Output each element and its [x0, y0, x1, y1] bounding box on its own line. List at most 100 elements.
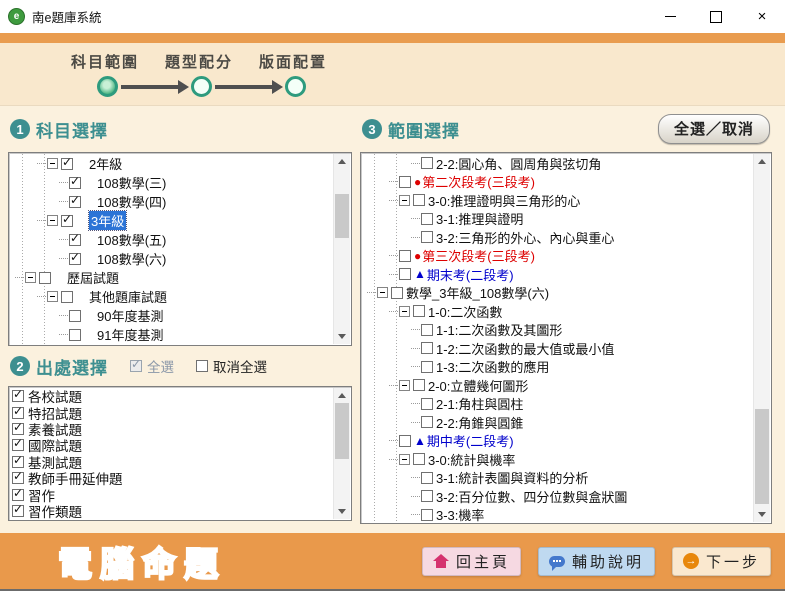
tree-item-label[interactable]: ▲期中考(二段考)	[414, 431, 514, 450]
tree-item[interactable]: ●第三次段考(三段考)	[362, 247, 754, 266]
checkbox[interactable]	[69, 177, 81, 189]
tree-item[interactable]: 3-2:百分位數、四分位數與盒狀圖	[362, 487, 754, 506]
checkbox[interactable]	[391, 287, 403, 299]
tree-item-label[interactable]: ▲期末考(二段考)	[414, 265, 514, 284]
scroll-down-icon[interactable]	[334, 329, 350, 344]
tree-item-label[interactable]: 2-1:角柱與圓柱	[436, 394, 523, 413]
tree-item[interactable]: 1-1:二次函數及其圖形	[362, 321, 754, 340]
collapse-icon[interactable]	[399, 454, 410, 465]
checkbox[interactable]	[69, 310, 81, 322]
tree-item[interactable]: 2年級	[10, 154, 334, 173]
tree-item-label[interactable]: 2-2:角錐與圓錐	[436, 413, 523, 432]
scrollbar-track[interactable]	[754, 169, 770, 507]
deselect-all-checkbox[interactable]: 取消全選	[196, 356, 267, 376]
collapse-icon[interactable]	[47, 215, 58, 226]
tree-item-label[interactable]: 108數學(四)	[97, 192, 166, 211]
tree-item-label[interactable]: 3-1:統計表圖與資料的分析	[436, 468, 588, 487]
scrollbar-thumb[interactable]	[755, 409, 769, 504]
tree-item[interactable]: 3-1:推理與證明	[362, 210, 754, 229]
minimize-button[interactable]	[647, 0, 693, 33]
list-item[interactable]: 習作類題	[10, 503, 334, 519]
checkbox[interactable]	[421, 231, 433, 243]
tree-item-label[interactable]: 2-2:圓心角、圓周角與弦切角	[436, 154, 601, 173]
checkbox[interactable]	[413, 194, 425, 206]
tree-item[interactable]: 2-1:角柱與圓柱	[362, 395, 754, 414]
tree-item[interactable]: 3年級	[10, 211, 334, 230]
tree-item[interactable]: 108數學(五)	[10, 230, 334, 249]
select-all-checkbox[interactable]: 全選	[130, 356, 174, 376]
tree-item[interactable]: ▲期末考(二段考)	[362, 265, 754, 284]
tree-item-label[interactable]: 3年級	[89, 211, 126, 230]
tree-item-label[interactable]: 2年級	[89, 154, 122, 173]
collapse-icon[interactable]	[47, 158, 58, 169]
tree-item-label[interactable]: 1-2:二次函數的最大值或最小值	[436, 339, 614, 358]
checkbox[interactable]	[12, 505, 24, 517]
tree-item-label[interactable]: 數學_3年級_108數學(六)	[406, 283, 549, 302]
collapse-icon[interactable]	[399, 380, 410, 391]
checkbox[interactable]	[421, 398, 433, 410]
checkbox[interactable]	[12, 456, 24, 468]
checkbox[interactable]	[421, 490, 433, 502]
tree-item-label[interactable]: 3-2:百分位數、四分位數與盒狀圖	[436, 487, 627, 506]
checkbox[interactable]	[196, 360, 208, 372]
tree-item[interactable]: 1-3:二次函數的應用	[362, 358, 754, 377]
checkbox[interactable]	[61, 215, 73, 227]
checkbox[interactable]	[421, 361, 433, 373]
collapse-icon[interactable]	[377, 287, 388, 298]
tree-item-label[interactable]: ●第二次段考(三段考)	[414, 172, 535, 191]
checkbox[interactable]	[399, 435, 411, 447]
scrollbar-thumb[interactable]	[335, 194, 349, 238]
tree-item-label[interactable]: 90年度基測	[97, 306, 163, 325]
collapse-icon[interactable]	[47, 291, 58, 302]
checkbox[interactable]	[421, 509, 433, 521]
tree-item[interactable]: 3-1:統計表圖與資料的分析	[362, 469, 754, 488]
tree-item[interactable]: 108數學(六)	[10, 249, 334, 268]
checkbox[interactable]	[413, 305, 425, 317]
tree-item[interactable]: 2-2:角錐與圓錐	[362, 413, 754, 432]
list-item-label[interactable]: 習作類題	[28, 501, 82, 519]
scroll-up-icon[interactable]	[754, 154, 770, 169]
scrollbar-track[interactable]	[334, 403, 350, 504]
scrollbar-track[interactable]	[334, 169, 350, 329]
tree-item[interactable]: ▲期中考(二段考)	[362, 432, 754, 451]
tree-item[interactable]: 90年度基測	[10, 306, 334, 325]
collapse-icon[interactable]	[399, 195, 410, 206]
scroll-down-icon[interactable]	[754, 507, 770, 522]
help-button[interactable]: 輔助說明	[538, 547, 655, 576]
tree-item-label[interactable]: 歷屆試題	[67, 268, 119, 287]
checkbox[interactable]	[12, 472, 24, 484]
tree-item[interactable]: 歷屆試題	[10, 268, 334, 287]
checkbox[interactable]	[399, 268, 411, 280]
checkbox[interactable]	[421, 416, 433, 428]
tree-item[interactable]: 2-0:立體幾何圖形	[362, 376, 754, 395]
tree-item[interactable]: 91年度基測	[10, 325, 334, 344]
checkbox[interactable]	[69, 253, 81, 265]
checkbox[interactable]	[69, 196, 81, 208]
scrollbar-thumb[interactable]	[335, 403, 349, 459]
tree-item-label[interactable]: 3-0:推理證明與三角形的心	[428, 191, 580, 210]
tree-item-label[interactable]: 3-1:推理與證明	[436, 209, 523, 228]
checkbox[interactable]	[421, 324, 433, 336]
scrollbar[interactable]	[753, 154, 770, 522]
tree-item[interactable]: 3-3:機率	[362, 506, 754, 523]
checkbox[interactable]	[421, 157, 433, 169]
tree-item[interactable]: 3-0:推理證明與三角形的心	[362, 191, 754, 210]
home-button[interactable]: 回主頁	[422, 547, 521, 576]
tree-item[interactable]: ●第二次段考(三段考)	[362, 173, 754, 192]
tree-item[interactable]: 108數學(四)	[10, 192, 334, 211]
checkbox[interactable]	[12, 390, 24, 402]
tree-item[interactable]: 3-0:統計與機率	[362, 450, 754, 469]
tree-item-label[interactable]: 3-2:三角形的外心、內心與重心	[436, 228, 614, 247]
tree-item[interactable]: 3-2:三角形的外心、內心與重心	[362, 228, 754, 247]
scroll-up-icon[interactable]	[334, 154, 350, 169]
checkbox[interactable]	[421, 213, 433, 225]
tree-item-label[interactable]: 3-3:機率	[436, 505, 484, 522]
checkbox[interactable]	[12, 489, 24, 501]
collapse-icon[interactable]	[399, 306, 410, 317]
tree-item-label[interactable]: 108數學(六)	[97, 249, 166, 268]
tree-item-label[interactable]: 2-0:立體幾何圖形	[428, 376, 528, 395]
collapse-icon[interactable]	[25, 272, 36, 283]
close-button[interactable]: ×	[739, 0, 785, 33]
tree-item[interactable]: 2-2:圓心角、圓周角與弦切角	[362, 154, 754, 173]
checkbox[interactable]	[12, 423, 24, 435]
